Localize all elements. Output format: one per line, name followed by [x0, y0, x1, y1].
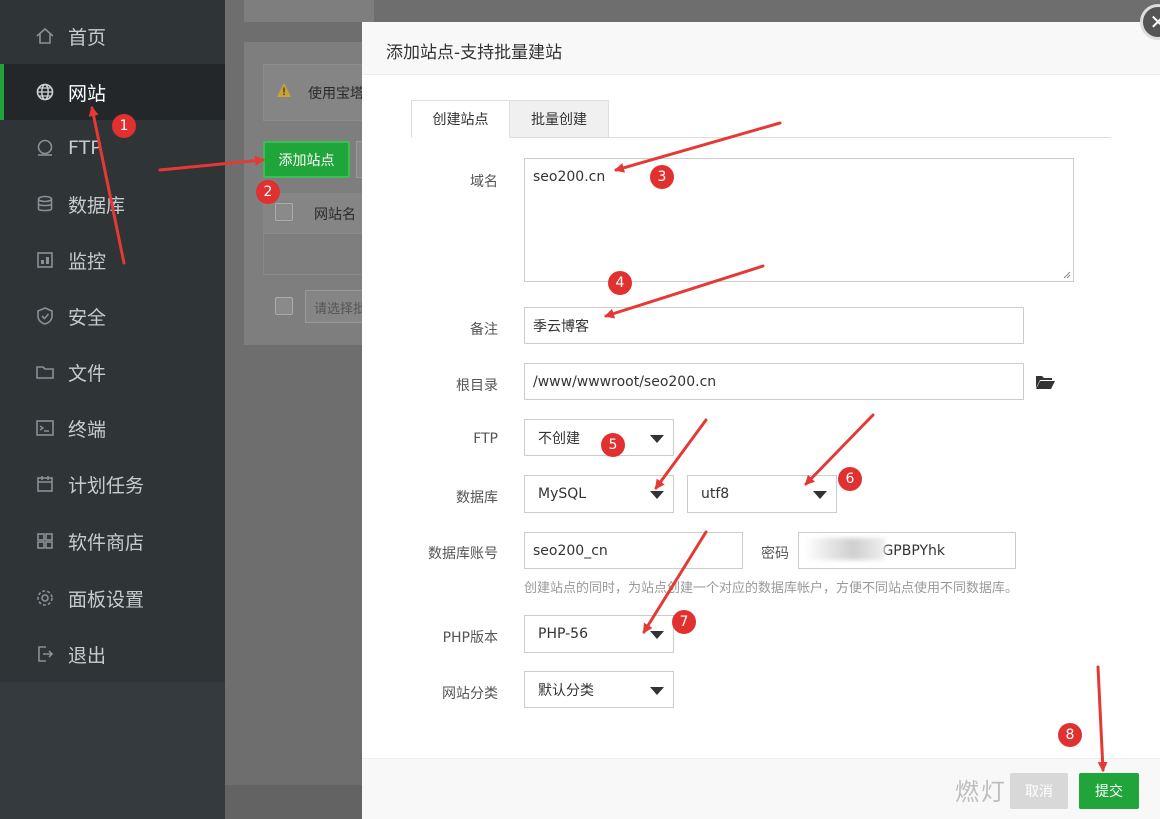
monitor-icon: [34, 249, 56, 271]
folder-icon: [34, 361, 56, 383]
password-blur-mask: [805, 538, 885, 560]
sidebar-item-database[interactable]: 数据库: [0, 176, 225, 232]
dialog-title: 添加站点-支持批量建站: [386, 43, 563, 63]
sidebar-item-website[interactable]: 网站: [0, 64, 225, 120]
breadcrumb: [244, 0, 374, 22]
gear-icon: [34, 587, 56, 609]
shield-icon: [34, 305, 56, 327]
sidebar-item-label: 退出: [68, 644, 107, 667]
db-account-input[interactable]: seo200_cn: [524, 532, 743, 569]
sidebar-item-settings[interactable]: 面板设置: [0, 570, 225, 626]
sidebar-item-security[interactable]: 安全: [0, 288, 225, 344]
charset-select[interactable]: utf8: [687, 475, 837, 513]
sidebar-item-label: 网站: [68, 82, 107, 105]
sidebar-item-label: 数据库: [68, 194, 126, 217]
php-version-value: PHP-56: [538, 626, 588, 642]
calendar-icon: [34, 473, 56, 495]
sidebar-item-home[interactable]: 首页: [0, 8, 225, 64]
chevron-down-icon: [650, 491, 664, 499]
sidebar-item-label: FTP: [68, 137, 102, 159]
sidebar-item-label: 安全: [68, 306, 107, 329]
warning-icon: [277, 83, 291, 97]
sidebar-item-label: 文件: [68, 362, 107, 385]
dialog-header: 添加站点-支持批量建站: [362, 22, 1160, 75]
sidebar-item-label: 计划任务: [68, 474, 145, 497]
php-version-select[interactable]: PHP-56: [524, 615, 674, 653]
sidebar-item-files[interactable]: 文件: [0, 344, 225, 400]
sidebar-item-label: 终端: [68, 418, 107, 441]
terminal-icon: [34, 417, 56, 439]
php-version-label: PHP版本: [442, 630, 498, 646]
sidebar-item-label: 首页: [68, 26, 107, 49]
site-category-label: 网站分类: [442, 686, 498, 702]
annotation-badge: 3: [650, 165, 674, 189]
annotation-badge: 6: [838, 467, 862, 491]
sidebar-item-logout[interactable]: 退出: [0, 626, 225, 682]
db-hint-text: 创建站点的同时，为站点创建一个对应的数据库帐户，方便不同站点使用不同数据库。: [524, 581, 1019, 596]
annotation-badge: 5: [601, 433, 625, 457]
password-value: GPBPYhk: [882, 542, 945, 559]
database-type-value: MySQL: [538, 486, 587, 502]
annotation-badge: 8: [1058, 723, 1082, 747]
charset-value: utf8: [701, 486, 730, 502]
sidebar-item-terminal[interactable]: 终端: [0, 400, 225, 456]
ftp-icon: [34, 137, 56, 159]
annotation-badge: 1: [112, 114, 136, 138]
watermark: 燃灯: [955, 778, 1007, 806]
table-row: [263, 233, 373, 275]
row-checkbox[interactable]: [275, 297, 293, 315]
chevron-down-icon: [650, 686, 664, 695]
resize-handle-icon[interactable]: [1061, 269, 1071, 279]
sidebar-item-label: 监控: [68, 250, 107, 273]
tab-batch-create[interactable]: 批量创建: [510, 100, 609, 138]
site-category-select[interactable]: 默认分类: [524, 671, 674, 708]
ftp-label: FTP: [473, 431, 498, 447]
sidebar-item-monitor[interactable]: 监控: [0, 232, 225, 288]
annotation-badge: 2: [256, 180, 280, 204]
close-icon: ✕: [1149, 10, 1160, 34]
column-header-site-name: 网站名: [314, 207, 356, 223]
chevron-down-icon: [813, 491, 827, 499]
ftp-select-value: 不创建: [538, 430, 580, 447]
submit-button[interactable]: 提交: [1079, 773, 1139, 809]
folder-open-icon[interactable]: [1035, 374, 1055, 390]
database-type-select[interactable]: MySQL: [524, 475, 674, 513]
database-label: 数据库: [456, 490, 498, 506]
chevron-down-icon: [650, 631, 664, 639]
home-icon: [34, 25, 56, 47]
select-all-checkbox[interactable]: [275, 203, 293, 221]
add-site-button[interactable]: 添加站点: [263, 141, 350, 178]
sidebar-footer: [0, 682, 225, 819]
cancel-button[interactable]: 取消: [1010, 773, 1068, 809]
site-category-value: 默认分类: [538, 682, 594, 699]
annotation-badge: 7: [672, 610, 696, 634]
batch-action-select[interactable]: 请选择批: [305, 290, 365, 323]
root-dir-input[interactable]: /www/wwwroot/seo200.cn: [524, 363, 1024, 400]
domain-value: seo200.cn: [533, 169, 606, 185]
remark-label: 备注: [470, 322, 498, 338]
sidebar-item-label: 软件商店: [68, 531, 145, 554]
tab-create-site[interactable]: 创建站点: [411, 100, 510, 138]
warning-text: 使用宝塔: [308, 86, 364, 102]
sidebar-item-label: 面板设置: [68, 588, 145, 611]
domain-label: 域名: [470, 174, 498, 190]
globe-icon: [34, 81, 56, 103]
sidebar-item-store[interactable]: 软件商店: [0, 513, 225, 569]
chevron-down-icon: [650, 434, 664, 443]
remark-input[interactable]: 季云博客: [524, 307, 1024, 344]
database-icon: [34, 193, 56, 215]
ftp-select[interactable]: 不创建: [524, 419, 674, 456]
sidebar-item-cron[interactable]: 计划任务: [0, 456, 225, 512]
page-footer: [225, 785, 365, 819]
db-account-label: 数据库账号: [428, 546, 498, 562]
domain-textarea[interactable]: seo200.cn: [524, 158, 1074, 282]
apps-icon: [34, 530, 56, 552]
logout-icon: [34, 643, 56, 665]
root-dir-label: 根目录: [456, 378, 498, 394]
annotation-badge: 4: [608, 271, 632, 295]
dialog-tabs: 创建站点 批量创建: [411, 100, 1111, 138]
password-label: 密码: [761, 546, 789, 562]
